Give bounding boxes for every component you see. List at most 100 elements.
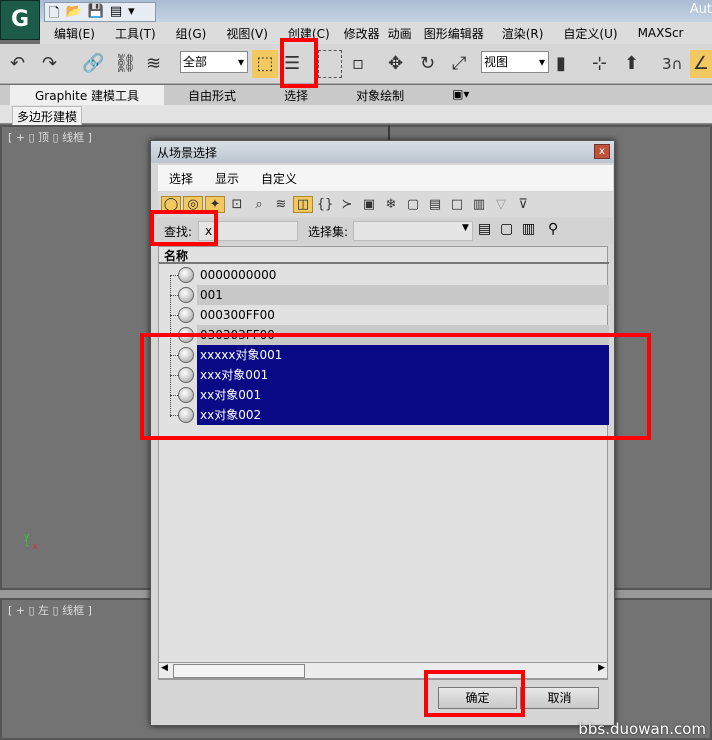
ribbon-options-icon[interactable]: ▣▾ (428, 85, 493, 105)
undo-icon[interactable]: ↶ (10, 50, 25, 78)
viewport-top-label[interactable]: [ + ▯ 顶 ▯ 线框 ] (8, 129, 92, 145)
item-name: 0000000000 (200, 268, 277, 282)
filter-icon[interactable]: ▽ (491, 197, 511, 212)
menu-bar: 编辑(E) 工具(T) 组(G) 视图(V) 创建(C) 修改器 动画 图形编辑… (40, 22, 712, 44)
highlight-box-find (150, 210, 218, 246)
dialog-menu-display[interactable]: 显示 (204, 170, 250, 187)
bind-space-warp-icon[interactable]: ≋ (146, 50, 161, 78)
close-button[interactable]: x (594, 144, 610, 159)
object-list: 名称 0000000000 001 000300FF00 030303FF00 … (158, 246, 609, 680)
bones-filter-icon[interactable]: ≻ (337, 197, 357, 212)
selection-set-dropdown[interactable] (353, 221, 473, 241)
angle-snap-icon[interactable]: ∠ (690, 50, 712, 78)
cameras-filter-icon[interactable]: ⊡ (227, 197, 247, 212)
menu-modifiers[interactable]: 修改器 (340, 25, 384, 42)
xrefs-filter-icon[interactable]: {} (315, 197, 335, 212)
snap-toggle-icon[interactable]: 3∩ (662, 50, 683, 78)
filter-toolbar: ◯ ◎ ✦ ⊡ ⌕ ≋ ◫ {} ≻ ▣ ❄ ▢ ▤ □ ▥ ▽ ⊽ (158, 192, 613, 217)
new-file-icon[interactable]: 🗋 (49, 4, 59, 21)
snap-label: 3 (662, 55, 672, 73)
scale-icon[interactable]: ⤢ (452, 50, 466, 78)
menu-maxscript[interactable]: MAXScr (628, 26, 694, 40)
item-name: 000300FF00 (200, 308, 275, 322)
pivot-center-icon[interactable]: ▮ (556, 50, 566, 78)
display-invert-icon[interactable]: ▥ (469, 197, 489, 212)
link-icon[interactable]: 🔗 (82, 50, 104, 78)
save-icon[interactable]: 💾 (88, 4, 104, 20)
move-icon[interactable]: ✥ (388, 50, 403, 78)
viewport-left-label[interactable]: [ + ▯ 左 ▯ 线框 ] (8, 602, 92, 618)
frozen-filter-icon[interactable]: ❄ (381, 197, 401, 212)
watermark: bbs.duowan.com (578, 720, 706, 738)
scrollbar-thumb[interactable] (173, 664, 305, 678)
menu-edit[interactable]: 编辑(E) (40, 25, 105, 42)
quick-access-toolbar: 🗋 📂 💾 ▤ ▾ (44, 2, 156, 22)
menu-rendering[interactable]: 渲染(R) (492, 25, 554, 42)
unlink-icon[interactable]: ⛓ (114, 50, 137, 78)
sort-icon[interactable]: ⚲ (548, 221, 558, 237)
select-all-icon[interactable]: ▤ (478, 221, 491, 237)
list-item[interactable]: 000300FF00 (159, 305, 609, 325)
cancel-button[interactable]: 取消 (520, 687, 599, 709)
filter-settings-icon[interactable]: ⊽ (513, 197, 533, 212)
geometry-icon (178, 267, 194, 283)
column-header-name[interactable]: 名称 (159, 247, 609, 264)
reference-coordinate-dropdown[interactable]: 视图 (481, 51, 549, 73)
window-crossing-icon[interactable]: ▫ (352, 50, 364, 78)
groups-filter-icon[interactable]: ◫ (293, 196, 313, 213)
dialog-menu-customize[interactable]: 自定义 (250, 170, 308, 187)
redo-icon[interactable]: ↷ (42, 50, 57, 78)
list-item[interactable]: 001 (159, 285, 609, 305)
project-icon[interactable]: ▤ (110, 4, 122, 20)
dropdown-arrow-icon[interactable]: ▼ (462, 223, 469, 233)
menu-views[interactable]: 视图(V) (216, 25, 278, 42)
geometry-icon (178, 307, 194, 323)
highlight-box-ok (424, 670, 525, 717)
space-warps-filter-icon[interactable]: ≋ (271, 197, 291, 212)
item-name: 001 (197, 285, 609, 305)
dialog-menu: 选择 显示 自定义 (158, 165, 613, 191)
select-invert-icon[interactable]: ▥ (522, 221, 535, 237)
selection-set-label: 选择集: (308, 225, 349, 239)
list-item[interactable]: 0000000000 (159, 265, 609, 285)
find-row: 查找: x 选择集: ▼ ▤ ▢ ▥ ⚲ (158, 218, 613, 244)
selection-region-icon[interactable] (318, 50, 342, 78)
tab-object-paint[interactable]: 对象绘制 (332, 85, 428, 105)
display-none-icon[interactable]: □ (447, 197, 467, 212)
menu-tools[interactable]: 工具(T) (105, 25, 166, 42)
polygon-modeling-tab[interactable]: 多边形建模 (12, 106, 83, 127)
scroll-right-icon[interactable]: ▶ (598, 663, 605, 673)
geometry-icon (178, 287, 194, 303)
dropdown-icon[interactable]: ▾ (128, 4, 135, 20)
helpers-filter-icon[interactable]: ⌕ (249, 197, 269, 212)
menu-animation[interactable]: 动画 (384, 25, 416, 42)
select-manipulate-icon[interactable]: ⊹ (592, 50, 607, 78)
containers-filter-icon[interactable]: ▣ (359, 197, 379, 212)
tab-selection[interactable]: 选择 (260, 85, 332, 105)
selection-filter-dropdown[interactable]: 全部 (180, 51, 248, 73)
rotate-icon[interactable]: ↻ (420, 50, 435, 78)
horizontal-scrollbar[interactable]: ◀ ▶ (158, 662, 608, 679)
main-toolbar: ↶ ↷ 🔗 ⛓ ≋ 全部 ⬚ ☰ ▫ ✥ ↻ ⤢ 视图 ▮ ⊹ ⬆ 3∩ ∠ (0, 44, 712, 84)
ribbon-panel: 多边形建模 (0, 105, 712, 127)
menu-customize[interactable]: 自定义(U) (553, 25, 627, 42)
display-all-icon[interactable]: ▤ (425, 197, 445, 212)
highlight-box-selected-items (140, 333, 651, 440)
dialog-title: 从场景选择 (151, 141, 614, 163)
ribbon-tabs: Graphite 建模工具 自由形式 选择 对象绘制 ▣▾ (0, 85, 712, 105)
scroll-left-icon[interactable]: ◀ (161, 663, 168, 673)
keyboard-shortcut-override-icon[interactable]: ⬆ (624, 50, 639, 78)
hidden-filter-icon[interactable]: ▢ (403, 197, 423, 212)
tab-graphite-modeling[interactable]: Graphite 建模工具 (10, 85, 165, 105)
menu-graph-editors[interactable]: 图形编辑器 (416, 25, 492, 42)
app-title: Aut (689, 2, 712, 17)
dialog-menu-select[interactable]: 选择 (158, 170, 204, 187)
menu-group[interactable]: 组(G) (166, 25, 217, 42)
axis-gizmo-icon: y └ x (24, 532, 38, 552)
open-file-icon[interactable]: 📂 (65, 4, 81, 20)
app-logo-button[interactable]: G (0, 0, 40, 40)
select-object-icon[interactable]: ⬚ (252, 50, 278, 78)
highlight-box-select-by-name (280, 38, 318, 88)
tab-freeform[interactable]: 自由形式 (164, 85, 260, 105)
select-none-icon[interactable]: ▢ (500, 221, 513, 237)
